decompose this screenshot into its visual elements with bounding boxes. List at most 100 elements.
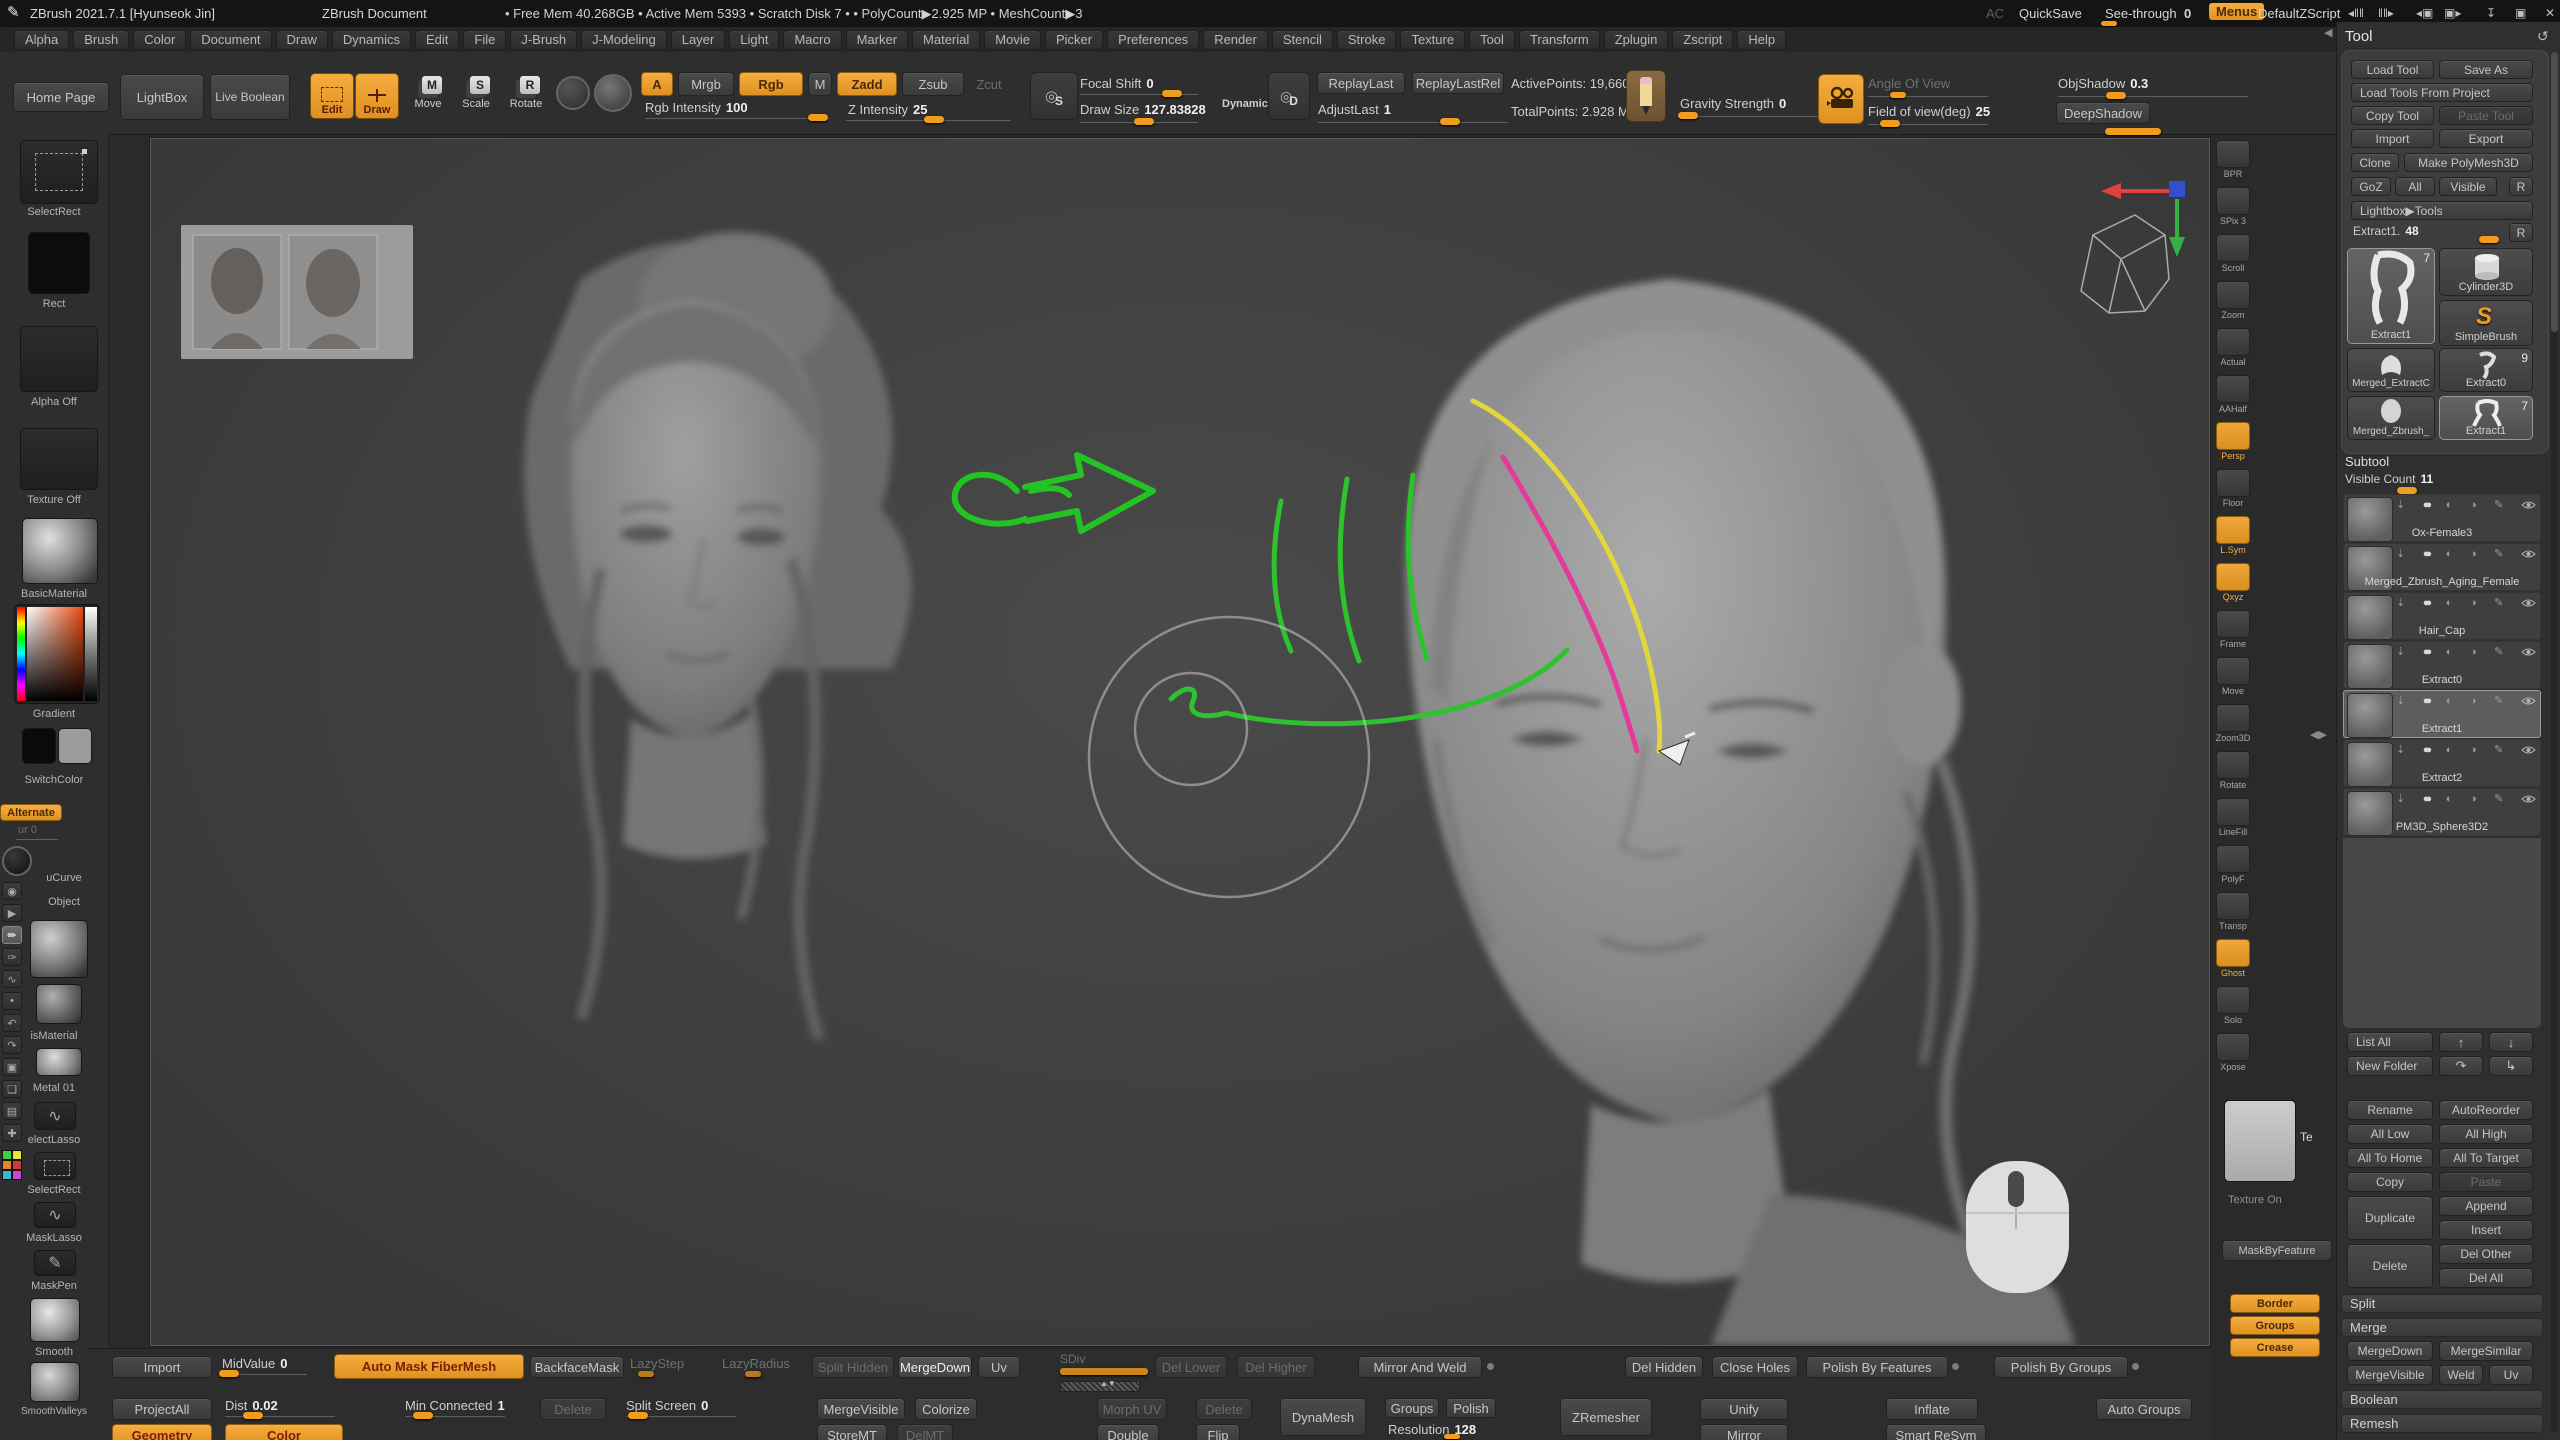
merge-visible-button[interactable]: MergeVisible <box>2347 1365 2433 1385</box>
minimize-icon[interactable]: ↧ <box>2486 6 2496 20</box>
mask-pen-label[interactable]: MaskPen <box>0 1280 108 1292</box>
menu-item[interactable]: Zscript <box>1672 30 1733 50</box>
tool-export-button[interactable]: Export <box>2439 129 2533 148</box>
menu-item[interactable]: Marker <box>846 30 908 50</box>
move-subtool-down-button[interactable]: ↓ <box>2489 1032 2533 1052</box>
fov-slider[interactable]: Field of view(deg)25 <box>1868 104 1990 119</box>
subtool-row[interactable]: ⇣ ●● ◐ ◑ ✎ Extract1 <box>2343 690 2541 738</box>
border-button[interactable]: Border <box>2230 1294 2320 1313</box>
smart-resym-button[interactable]: Smart ReSym <box>1886 1424 1986 1440</box>
subtool-polypaint-icon[interactable]: ●● <box>2423 646 2428 658</box>
tool-tile-extract0[interactable]: 9Extract0 <box>2439 348 2533 392</box>
panel-collapse-icon[interactable]: ◀ <box>2324 26 2332 39</box>
menu-item[interactable]: J-Brush <box>510 30 577 50</box>
alt-color-swatch[interactable] <box>58 728 92 764</box>
zadd-button[interactable]: Zadd <box>837 72 897 96</box>
goz-button[interactable]: GoZ <box>2351 177 2391 196</box>
menu-item[interactable]: Color <box>133 30 186 50</box>
right-shelf-tool[interactable]: BPR <box>2210 140 2256 187</box>
merge-similar-button[interactable]: MergeSimilar <box>2439 1341 2533 1361</box>
blur-slider[interactable]: ur 0 <box>18 824 37 836</box>
polish-button[interactable]: Polish <box>1446 1398 1496 1418</box>
draw-size-handle[interactable] <box>1134 118 1154 125</box>
boolean-section-header[interactable]: Boolean <box>2341 1390 2543 1409</box>
subtool-down-icon[interactable]: ⇣ <box>2396 743 2405 756</box>
material-ball-small-tile[interactable] <box>36 984 82 1024</box>
close-icon[interactable]: ✕ <box>2545 6 2555 20</box>
subtool-contrast-icon[interactable]: ◑ <box>2470 499 2477 511</box>
del-lower-button[interactable]: Del Lower <box>1155 1356 1227 1378</box>
weld-button[interactable]: Weld <box>2439 1365 2483 1385</box>
crease-button[interactable]: Crease <box>2230 1338 2320 1357</box>
menu-item[interactable]: Layer <box>671 30 726 50</box>
menu-item[interactable]: Stencil <box>1272 30 1333 50</box>
new-folder-button[interactable]: New Folder <box>2347 1056 2433 1076</box>
draw-size-slider[interactable]: Draw Size127.83828 <box>1080 102 1206 117</box>
angle-of-view-handle[interactable] <box>1890 92 1906 98</box>
left-shelf-icon[interactable]: ▣ <box>2 1058 22 1076</box>
right-shelf-tool[interactable]: Ghost <box>2210 939 2256 986</box>
insert-button[interactable]: Insert <box>2439 1220 2533 1240</box>
right-shelf-tool[interactable]: Floor <box>2210 469 2256 516</box>
goz-all-button[interactable]: All <box>2395 177 2435 196</box>
current-texture-icon[interactable] <box>594 74 632 112</box>
polish-by-groups-toggle-dot[interactable] <box>2131 1362 2140 1371</box>
menu-item[interactable]: Brush <box>73 30 129 50</box>
smooth-valleys-tile[interactable] <box>30 1362 80 1402</box>
tool-tile-merged-extract[interactable]: Merged_ExtractC <box>2347 348 2435 392</box>
subtool-polypaint-icon[interactable]: ●● <box>2423 499 2428 511</box>
dynamesh-button[interactable]: DynaMesh <box>1280 1398 1366 1436</box>
goz-visible-button[interactable]: Visible <box>2439 177 2497 196</box>
close-holes-button[interactable]: Close Holes <box>1712 1356 1798 1378</box>
rgb-button[interactable]: Rgb <box>739 72 803 96</box>
all-to-home-button[interactable]: All To Home <box>2347 1148 2433 1168</box>
zcut-button[interactable]: Zcut <box>969 72 1009 96</box>
select-lasso-label[interactable]: electLasso <box>0 1134 108 1146</box>
split-screen-slider[interactable]: Split Screen0 <box>626 1398 708 1413</box>
right-shelf-tool[interactable]: PolyF <box>2210 845 2256 892</box>
adjust-last-handle[interactable] <box>1440 118 1460 125</box>
groups-button[interactable]: Groups <box>1385 1398 1439 1418</box>
right-shelf-tool[interactable]: Actual <box>2210 328 2256 375</box>
visible-count-slider[interactable]: Visible Count11 <box>2345 472 2433 486</box>
polish-by-features-button[interactable]: Polish By Features <box>1806 1356 1948 1378</box>
subtool-eye-icon[interactable] <box>2521 500 2536 510</box>
dynamic-toggle[interactable]: Dynamic <box>1222 98 1268 110</box>
subtool-half-icon[interactable]: ◐ <box>2446 646 2453 658</box>
split-hidden-button[interactable]: Split Hidden <box>812 1356 894 1378</box>
subtool-brush-icon[interactable]: ✎ <box>2494 498 2503 511</box>
menu-item[interactable]: Movie <box>984 30 1041 50</box>
mirror-and-weld-button[interactable]: Mirror And Weld <box>1358 1356 1482 1378</box>
stroke-curve-d-icon[interactable]: ◎D <box>1268 72 1310 120</box>
menu-item[interactable]: Texture <box>1400 30 1465 50</box>
left-shelf-icon[interactable]: ✏ <box>2 926 22 944</box>
alpha-off-tile[interactable] <box>20 326 98 392</box>
tool-tile-extract1[interactable]: 7Extract1 <box>2439 396 2533 440</box>
unify-button[interactable]: Unify <box>1700 1398 1788 1420</box>
lazyradius-slider[interactable]: LazyRadius <box>722 1356 790 1371</box>
delete-subtool-button[interactable]: Delete <box>2347 1244 2433 1288</box>
backface-mask-button[interactable]: BackfaceMask <box>530 1356 624 1378</box>
subtool-brush-icon[interactable]: ✎ <box>2494 596 2503 609</box>
del-other-button[interactable]: Del Other <box>2439 1244 2533 1264</box>
stroke-curve-s-icon[interactable]: ◎S <box>1030 72 1078 120</box>
menus-toggle-button[interactable]: Menus <box>2209 3 2264 20</box>
subtool-eye-icon[interactable] <box>2521 794 2536 804</box>
subtool-half-icon[interactable]: ◐ <box>2446 744 2453 756</box>
copy-subtool-button[interactable]: Copy <box>2347 1172 2433 1192</box>
menu-item[interactable]: Alpha <box>14 30 69 50</box>
tool-tile-merged-zbrush[interactable]: Merged_Zbrush_ <box>2347 396 2435 440</box>
anchor-toggle-button[interactable]: A <box>641 72 673 96</box>
menu-item[interactable]: Help <box>1737 30 1786 50</box>
current-alpha-icon[interactable] <box>556 76 590 110</box>
mergedown-button[interactable]: MergeDown <box>898 1356 972 1378</box>
visible-count-handle[interactable] <box>2397 487 2417 494</box>
subtool-down-icon[interactable]: ⇣ <box>2396 792 2405 805</box>
panel-reset-icon[interactable]: ↺ <box>2537 28 2549 45</box>
mask-by-feature-button[interactable]: MaskByFeature <box>2222 1240 2332 1261</box>
subtool-brush-icon[interactable]: ✎ <box>2494 792 2503 805</box>
objshadow-slider[interactable]: ObjShadow0.3 <box>2058 76 2148 91</box>
subtool-half-icon[interactable]: ◐ <box>2446 548 2453 560</box>
right-shelf-tool[interactable]: AAHalf <box>2210 375 2256 422</box>
subtool-polypaint-icon[interactable]: ●● <box>2423 793 2428 805</box>
